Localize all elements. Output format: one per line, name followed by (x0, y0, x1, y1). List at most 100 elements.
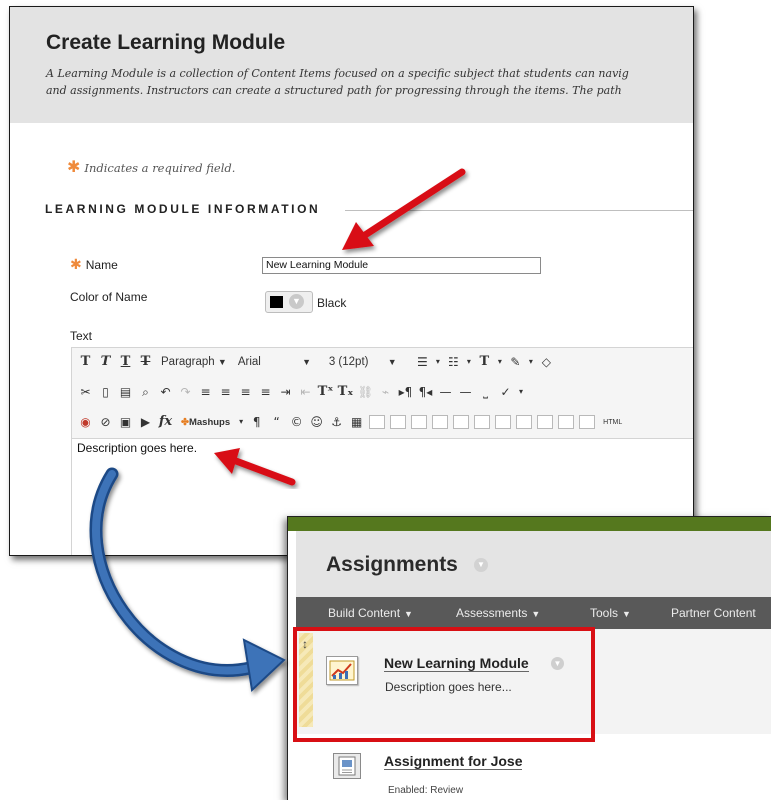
color-swatch (270, 296, 283, 308)
assignments-panel: Assignments ▼ Build Content ▼ Assessments… (287, 516, 771, 800)
cut-icon[interactable]: ✂ (77, 382, 94, 402)
partner-content-label: Partner Content (671, 606, 756, 620)
name-label-text: Name (85, 258, 118, 272)
record-icon[interactable]: ◉ (77, 412, 94, 432)
unlink-icon[interactable]: ⌁ (377, 382, 394, 402)
chevron-down-icon[interactable]: ▾ (465, 352, 473, 372)
rtl-icon[interactable]: ¶◂ (417, 382, 434, 402)
underline-button[interactable]: T (117, 352, 134, 372)
chevron-down-icon[interactable]: ▾ (517, 382, 525, 402)
horizontal-rule-icon[interactable]: — (437, 382, 454, 402)
superscript-icon[interactable]: Tˣ (317, 382, 334, 402)
table-tool-icon[interactable] (369, 415, 386, 429)
mashups-label: Mashups (188, 416, 231, 428)
chevron-down-icon: ▼ (531, 609, 541, 619)
build-content-label: Build Content (328, 606, 401, 620)
assignment-meta: Enabled: Review (388, 785, 464, 796)
font-select[interactable]: Arial ▼ (234, 356, 322, 368)
course-banner (288, 517, 771, 531)
table-tool-icon[interactable] (432, 415, 449, 429)
section-heading: LEARNING MODULE INFORMATION (45, 202, 321, 216)
format-select[interactable]: Paragraph ▼ (157, 356, 231, 368)
tools-menu[interactable]: Tools ▼ (590, 606, 631, 620)
table-tool-icon[interactable] (474, 415, 491, 429)
mashups-button[interactable]: ✤Mashups (177, 417, 234, 428)
find-icon[interactable]: ⌕ (137, 382, 154, 402)
highlight-icon[interactable]: ✎ (507, 352, 524, 372)
media-icon[interactable]: ▶ (137, 412, 154, 432)
page-title: Create Learning Module (46, 31, 286, 54)
editor-toolbar: T T T T Paragraph ▼ Arial ▼ 3 (12pt) ▼ ☰… (71, 347, 693, 439)
create-learning-module-panel: Create Learning Module A Learning Module… (9, 6, 694, 556)
justify-icon[interactable]: ≡ (257, 382, 274, 402)
table-tool-icon[interactable] (516, 415, 533, 429)
indent-icon[interactable]: ⇥ (277, 382, 294, 402)
chevron-down-icon[interactable]: ▼ (289, 294, 304, 309)
highlight-box (293, 627, 595, 742)
chevron-down-icon: ▼ (217, 357, 227, 367)
attach-icon[interactable]: ⊘ (97, 412, 114, 432)
link-icon[interactable]: ⛓ (357, 382, 374, 402)
description-line-1: A Learning Module is a collection of Con… (46, 67, 629, 80)
toolbar-row-3: ◉ ⊘ ▣ ▶ fx ✤Mashups ▾ ¶ “ © ☺ ⚓ ▦ HTML (77, 409, 626, 435)
text-label: Text (70, 329, 93, 343)
anchor-icon[interactable]: ⚓ (328, 412, 345, 432)
paste-icon[interactable]: ▤ (117, 382, 134, 402)
size-select-value: 3 (12pt) (328, 356, 369, 368)
subscript-icon[interactable]: Tₓ (337, 382, 354, 402)
redo-icon[interactable]: ↷ (177, 382, 194, 402)
chevron-down-icon[interactable]: ▼ (474, 558, 488, 572)
text-color-icon[interactable]: T (476, 352, 493, 372)
bullet-list-icon[interactable]: ☰ (414, 352, 431, 372)
color-picker[interactable]: ▼ (265, 291, 313, 313)
table-tool-icon[interactable] (558, 415, 575, 429)
line-icon[interactable]: — (457, 382, 474, 402)
math-icon[interactable]: fx (157, 412, 174, 432)
align-left-icon[interactable]: ≡ (197, 382, 214, 402)
chevron-down-icon[interactable]: ▾ (434, 352, 442, 372)
copyright-icon[interactable]: © (288, 412, 305, 432)
assignment-link[interactable]: Assignment for Jose (384, 753, 523, 770)
quote-icon[interactable]: “ (268, 412, 285, 432)
align-center-icon[interactable]: ≡ (217, 382, 234, 402)
size-select[interactable]: 3 (12pt) ▼ (325, 356, 411, 368)
chevron-down-icon[interactable]: ▾ (237, 412, 245, 432)
bold-button[interactable]: T (77, 352, 94, 372)
table-tool-icon[interactable] (411, 415, 428, 429)
eraser-icon[interactable]: ◇ (538, 352, 555, 372)
ltr-icon[interactable]: ▸¶ (397, 382, 414, 402)
html-button[interactable]: HTML (599, 419, 626, 426)
chevron-down-icon[interactable]: ▾ (527, 352, 535, 372)
partner-content-menu[interactable]: Partner Content (671, 606, 756, 620)
emoji-icon[interactable]: ☺ (308, 412, 325, 432)
page-title: Assignments (326, 553, 458, 576)
required-note: ✱ Indicates a required field. (67, 157, 235, 176)
table-icon[interactable]: ▦ (348, 412, 365, 432)
table-tool-icon[interactable] (537, 415, 554, 429)
table-tool-icon[interactable] (390, 415, 407, 429)
chevron-down-icon[interactable]: ▾ (496, 352, 504, 372)
nonbreaking-space-icon[interactable]: ⎵ (477, 382, 494, 402)
required-star-icon: ✱ (67, 157, 81, 176)
strikethrough-button[interactable]: T (137, 352, 154, 372)
assessments-menu[interactable]: Assessments ▼ (456, 606, 540, 620)
pilcrow-icon[interactable]: ¶ (248, 412, 265, 432)
undo-icon[interactable]: ↶ (157, 382, 174, 402)
build-content-menu[interactable]: Build Content ▼ (328, 606, 413, 620)
table-tool-icon[interactable] (495, 415, 512, 429)
image-icon[interactable]: ▣ (117, 412, 134, 432)
editor-content: Description goes here. (77, 441, 198, 455)
table-tool-icon[interactable] (579, 415, 596, 429)
numbered-list-icon[interactable]: ☷ (445, 352, 462, 372)
outdent-icon[interactable]: ⇤ (297, 382, 314, 402)
italic-button[interactable]: T (97, 352, 114, 372)
chevron-down-icon: ▼ (302, 357, 311, 367)
copy-icon[interactable]: ▯ (97, 382, 114, 402)
spellcheck-icon[interactable]: ✓ (497, 382, 514, 402)
required-star-icon: ✱ (70, 257, 82, 273)
chevron-down-icon: ▼ (387, 357, 397, 367)
assignment-icon (333, 753, 361, 779)
name-input[interactable]: New Learning Module (262, 257, 541, 274)
align-right-icon[interactable]: ≡ (237, 382, 254, 402)
table-tool-icon[interactable] (453, 415, 470, 429)
